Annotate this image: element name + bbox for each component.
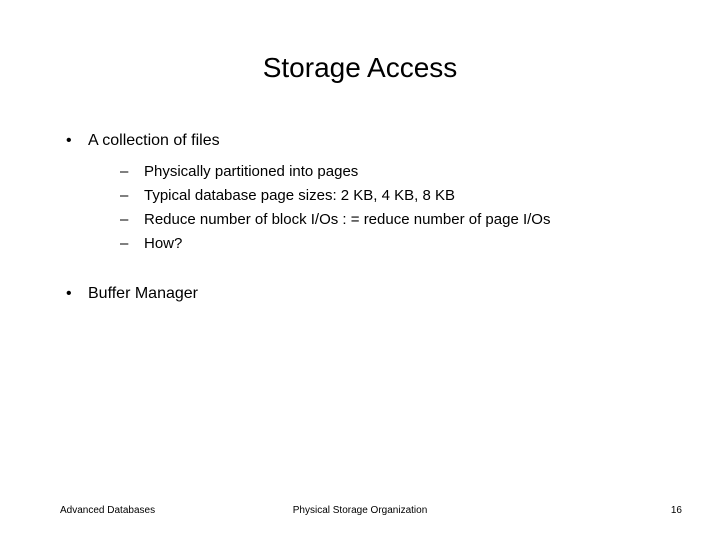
bullet-level2: Reduce number of block I/Os : = reduce n… [116, 210, 680, 230]
bullet-level1: Buffer Manager [60, 283, 680, 305]
bullet-text: How? [144, 234, 182, 254]
sub-bullet-list: Physically partitioned into pages Typica… [60, 162, 680, 255]
bullet-level2: Typical database page sizes: 2 KB, 4 KB,… [116, 186, 680, 206]
slide-title: Storage Access [0, 52, 720, 84]
slide: Storage Access A collection of files Phy… [0, 0, 720, 540]
footer-page-number: 16 [671, 505, 682, 516]
bullet-text: Buffer Manager [88, 285, 198, 302]
bullet-text: Physically partitioned into pages [144, 162, 358, 182]
bullet-text: A collection of files [88, 132, 220, 149]
slide-content: A collection of files Physically partiti… [60, 130, 680, 312]
bullet-level2: Physically partitioned into pages [116, 162, 680, 182]
bullet-level1: A collection of files [60, 130, 680, 152]
bullet-text: Typical database page sizes: 2 KB, 4 KB,… [144, 186, 455, 206]
bullet-text: Reduce number of block I/Os : = reduce n… [144, 210, 550, 230]
footer-center: Physical Storage Organization [0, 505, 720, 516]
bullet-level2: How? [116, 234, 680, 254]
